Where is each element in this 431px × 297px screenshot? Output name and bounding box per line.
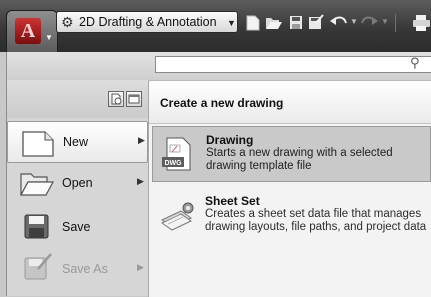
new-sheet-set-item[interactable]: Sheet Set Creates a sheet set data file … (152, 190, 431, 252)
application-menu-button[interactable]: A ▼ (6, 10, 58, 54)
save-disk-icon (24, 214, 49, 239)
search-icon[interactable]: ⚲ (410, 55, 420, 71)
open-command[interactable]: Open ▶ (7, 163, 148, 205)
submenu-title: Create a new drawing (160, 96, 284, 110)
qsaveas-icon[interactable] (308, 14, 324, 30)
open-folder-icon (19, 173, 55, 196)
save-command[interactable]: Save (7, 207, 148, 249)
chevron-down-icon[interactable]: ▼ (381, 17, 389, 26)
qopen-icon[interactable] (265, 16, 283, 30)
qsave-icon[interactable] (289, 15, 303, 30)
undo-icon[interactable] (330, 15, 348, 29)
chevron-right-icon: ▶ (137, 176, 144, 186)
save-as-command[interactable]: Save As ▶ (7, 249, 148, 291)
open-documents-icon (128, 94, 140, 104)
workspace-dropdown[interactable]: ⚙ 2D Drafting & Annotation ▼ (56, 11, 238, 33)
drawing-title: Drawing (206, 133, 254, 147)
open-label: Open (62, 176, 93, 190)
drawing-description: Starts a new drawing with a selected dra… (206, 147, 393, 172)
new-command[interactable]: New ▶ (7, 121, 148, 163)
autocad-logo-icon: A (15, 18, 41, 44)
workspace-label: 2D Drafting & Annotation (79, 15, 217, 29)
chevron-down-icon: ▼ (227, 18, 236, 28)
new-drawing-item[interactable]: DWG Drawing Starts a new drawing with a … (152, 126, 431, 182)
chevron-down-icon: ▼ (45, 33, 53, 42)
recent-documents-button[interactable] (108, 91, 124, 107)
new-document-icon (22, 131, 54, 157)
chevron-right-icon: ▶ (137, 262, 144, 272)
toolbar-separator (395, 14, 402, 32)
search-input[interactable] (155, 56, 431, 73)
gear-icon: ⚙ (61, 14, 74, 30)
new-label: New (63, 135, 89, 149)
dwg-badge: DWG (164, 160, 182, 167)
qnew-icon[interactable] (246, 15, 260, 31)
redo-icon[interactable] (360, 15, 378, 29)
sheet-set-icon (161, 202, 194, 231)
chevron-right-icon: ▶ (138, 135, 145, 145)
sheet-set-title: Sheet Set (205, 194, 260, 208)
recent-documents-icon (111, 93, 122, 105)
save-as-icon (24, 253, 52, 280)
save-label: Save (62, 220, 91, 234)
plot-icon[interactable] (412, 14, 431, 32)
chevron-down-icon[interactable]: ▼ (350, 17, 358, 26)
dwg-file-icon: DWG (162, 137, 191, 171)
sheet-set-description: Creates a sheet set data file that manag… (205, 208, 427, 233)
open-documents-button[interactable] (126, 91, 142, 107)
save-as-label: Save As (62, 262, 108, 276)
